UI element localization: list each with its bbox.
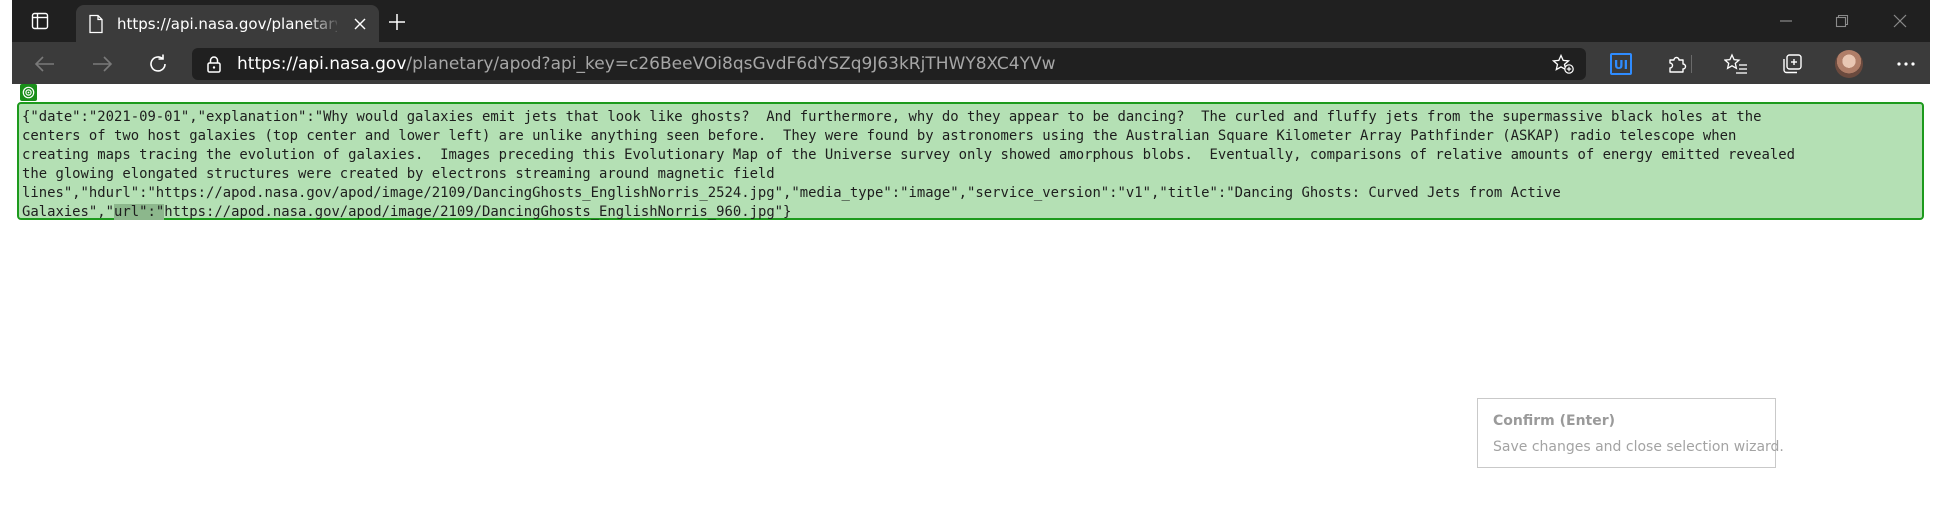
close-icon[interactable]	[350, 14, 370, 34]
tab-active[interactable]: https://api.nasa.gov/planetary/apod?api_…	[76, 5, 379, 42]
ui-extension-label: UI	[1614, 58, 1628, 72]
json-line: creating maps tracing the evolution of g…	[22, 147, 1795, 163]
json-text: {"date":"2021-09-01","explanation":"Why …	[22, 108, 1920, 222]
back-arrow-icon[interactable]	[30, 49, 60, 79]
json-text-before-highlight: Galaxies","	[22, 204, 114, 220]
favorites-icon[interactable]	[1723, 51, 1749, 77]
json-line: {"date":"2021-09-01","explanation":"Why …	[22, 109, 1762, 125]
selected-json-content[interactable]: {"date":"2021-09-01","explanation":"Why …	[17, 102, 1924, 220]
browser-toolbar: https://api.nasa.gov/planetary/apod?api_…	[12, 42, 1930, 84]
document-icon	[88, 14, 104, 34]
json-line-last: Galaxies","url":"https://apod.nasa.gov/a…	[22, 203, 1920, 222]
json-line: centers of two host galaxies (top center…	[22, 128, 1737, 144]
avatar[interactable]	[1835, 50, 1863, 78]
window-close-icon[interactable]	[1886, 8, 1914, 34]
restore-icon[interactable]	[1828, 8, 1856, 34]
ui-extension-icon[interactable]: UI	[1608, 51, 1634, 77]
confirm-description: Save changes and close selection wizard.	[1493, 439, 1784, 455]
tab-title-fade	[306, 5, 342, 42]
json-line: lines","hdurl":"https://apod.nasa.gov/ap…	[22, 185, 1561, 201]
toolbar-divider	[1691, 55, 1692, 73]
lock-icon[interactable]	[205, 55, 223, 73]
sidebar-toggle-icon[interactable]	[26, 8, 54, 34]
url-text[interactable]: https://api.nasa.gov/planetary/apod?api_…	[237, 54, 1056, 74]
refresh-icon[interactable]	[143, 49, 173, 79]
puzzle-icon[interactable]	[1664, 51, 1690, 77]
url-path: /planetary/apod?api_key=c26BeeVOi8qsGvdF…	[406, 54, 1056, 74]
json-text-after-highlight: https://apod.nasa.gov/apod/image/2109/Da…	[164, 204, 792, 220]
confirm-title: Confirm (Enter)	[1493, 413, 1616, 429]
collections-icon[interactable]	[1779, 51, 1805, 77]
tab-title: https://api.nasa.gov/planetary/apod?api_…	[117, 15, 337, 33]
more-icon[interactable]	[1893, 51, 1919, 77]
minimize-icon[interactable]	[1772, 8, 1800, 34]
url-host: https://api.nasa.gov	[237, 54, 407, 74]
selection-target-icon[interactable]	[20, 84, 37, 101]
new-tab-icon[interactable]	[384, 9, 410, 35]
add-favorite-icon[interactable]	[1551, 53, 1574, 74]
tab-bar: https://api.nasa.gov/planetary/apod?api_…	[12, 0, 1930, 42]
highlighted-json-key[interactable]: url":"	[114, 204, 165, 220]
forward-arrow-icon[interactable]	[87, 49, 117, 79]
browser-chrome: https://api.nasa.gov/planetary/apod?api_…	[12, 0, 1930, 84]
address-bar[interactable]: https://api.nasa.gov/planetary/apod?api_…	[192, 48, 1586, 80]
confirm-tooltip[interactable]: Confirm (Enter) Save changes and close s…	[1477, 398, 1784, 468]
page: https://api.nasa.gov/planetary/apod?api_…	[0, 0, 1942, 517]
json-line: the glowing elongated structures were cr…	[22, 166, 775, 182]
